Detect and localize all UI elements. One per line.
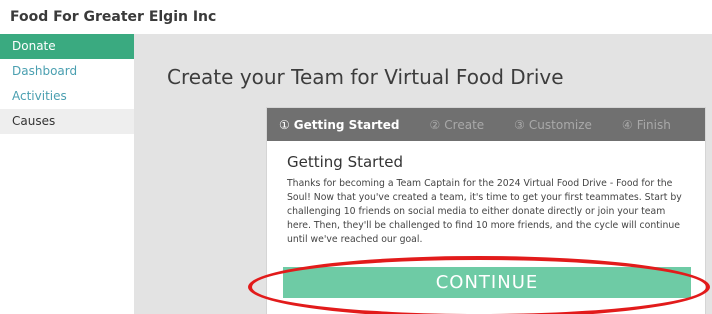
step-finish: ④ Finish [622,118,671,132]
wizard-body: Getting Started Thanks for becoming a Te… [267,141,705,247]
step-label: Customize [528,117,592,132]
sidebar-item-causes[interactable]: Causes [0,109,134,134]
sidebar-item-activities[interactable]: Activities [0,84,134,109]
step-number: ② [429,117,441,132]
sidebar-item-dashboard[interactable]: Dashboard [0,59,134,84]
sidebar-item-donate[interactable]: Donate [0,34,134,59]
wizard-card: ① Getting Started ② Create ③ Customize ④ Fin… [266,107,706,314]
page-title: Create your Team for Virtual Food Drive [167,65,564,89]
step-number: ④ [621,117,633,132]
wizard-description: Thanks for becoming a Team Captain for t… [287,178,682,245]
step-create: ② Create [430,118,485,132]
step-number: ③ [514,117,525,132]
step-label: Finish [636,117,671,132]
step-label: Getting Started [293,117,400,132]
step-label: Create [444,117,485,132]
sidebar-nav: Donate Dashboard Activities Causes [0,34,134,134]
step-getting-started: ① Getting Started [279,118,400,132]
wizard-title: Getting Started [287,153,403,171]
wizard-steps: ① Getting Started ② Create ③ Customize ④ Fin… [267,108,705,141]
step-customize: ③ Customize [514,118,592,132]
step-number: ① [279,117,290,132]
main-content: Create your Team for Virtual Food Drive … [134,34,712,314]
organization-name: Food For Greater Elgin Inc [10,9,217,25]
continue-button[interactable]: CONTINUE [283,267,691,298]
